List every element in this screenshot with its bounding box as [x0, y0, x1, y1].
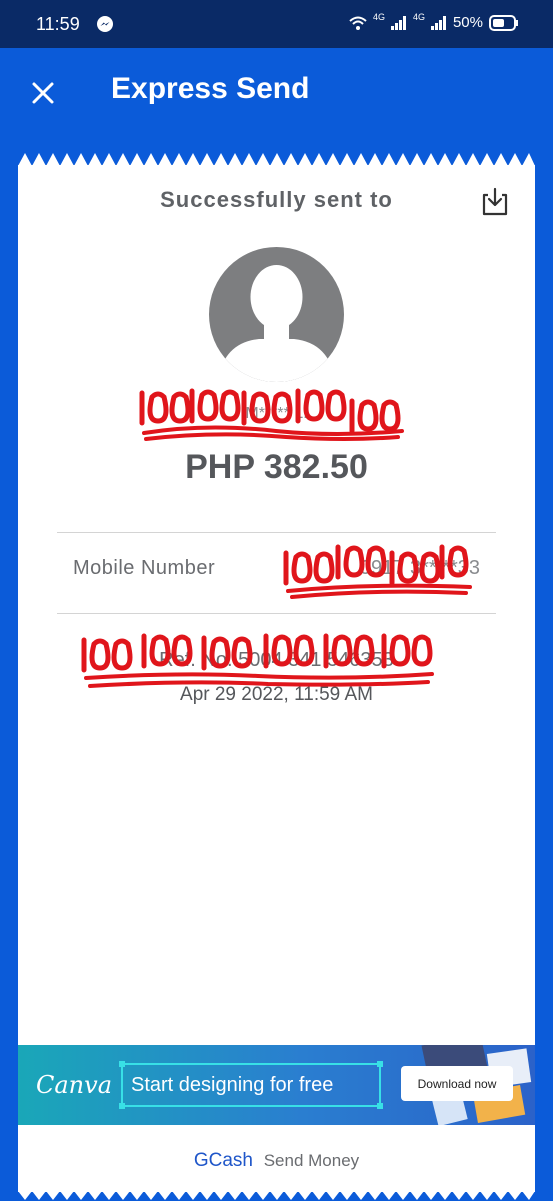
divider: [57, 532, 496, 533]
status-time: 11:59: [36, 14, 80, 34]
receipt-zigzag-top: [18, 153, 535, 166]
mobile-number-label: Mobile Number: [73, 557, 216, 579]
status-bar: 11:59 4G 4G 50%: [0, 0, 553, 48]
divider: [57, 613, 496, 614]
footer-brand: GCash: [193, 1150, 253, 1171]
mobile-number-value: 0917 3** **33: [359, 557, 480, 579]
avatar: [209, 247, 344, 382]
close-icon[interactable]: [28, 78, 58, 108]
ad-banner[interactable]: Canva Start designing for free Download …: [18, 1045, 535, 1125]
network-type-2: 4G: [412, 11, 425, 22]
signal-icon-2: [430, 15, 446, 30]
amount: PHP 382.50: [185, 448, 368, 486]
app-header: Express Send: [0, 48, 553, 138]
ad-headline-box: Start designing for free: [119, 1061, 383, 1109]
transaction-timestamp: Apr 29 2022, 11:59 AM: [180, 684, 373, 705]
ad-logo: Canva: [36, 1071, 112, 1099]
recipient-name: M***** L.: [245, 405, 308, 422]
signal-icon: [390, 15, 406, 30]
success-label: Successfully sent to: [160, 187, 393, 212]
wifi-icon: [349, 16, 367, 30]
battery-percent: 50%: [452, 14, 483, 31]
footer-text: Send Money: [263, 1151, 360, 1170]
receipt-card: Successfully sent to M***** L. PHP 382.5…: [18, 153, 535, 1200]
ad-headline: Start designing for free: [131, 1074, 334, 1096]
selection-handle: [119, 1061, 125, 1067]
selection-handle: [119, 1103, 125, 1109]
battery-icon: [489, 14, 518, 31]
footer: GCash Send Money: [18, 1150, 535, 1172]
page-title: Express Send: [111, 72, 310, 105]
selection-handle: [377, 1061, 383, 1067]
status-indicators: 4G 4G 50%: [349, 11, 519, 31]
messenger-icon: [97, 16, 113, 32]
download-icon[interactable]: [480, 185, 510, 217]
reference-number: Ref. No. 5004 341 546353: [159, 649, 394, 671]
selection-handle: [377, 1103, 383, 1109]
ad-download-button[interactable]: Download now: [401, 1066, 513, 1101]
network-type-1: 4G: [372, 11, 385, 22]
